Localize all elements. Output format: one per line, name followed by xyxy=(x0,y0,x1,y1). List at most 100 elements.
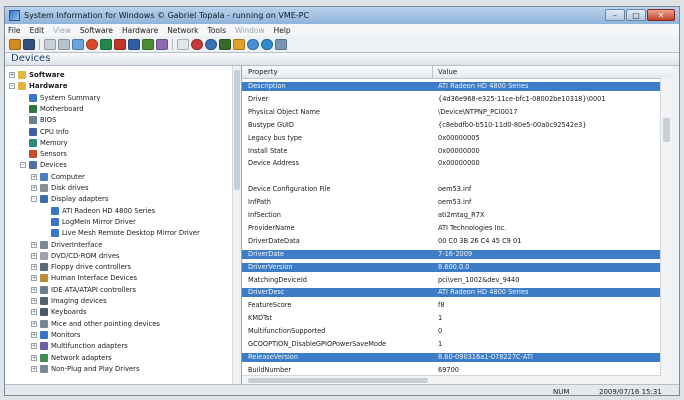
grid-row[interactable]: Bustype GUID {c8ebdfb0-b510-11d0-80e5-00a… xyxy=(242,121,660,130)
globe-icon[interactable] xyxy=(205,38,217,50)
grid-row[interactable]: Install State 0x00000000 xyxy=(242,147,660,156)
tree-item[interactable]: + Monitors xyxy=(31,330,80,340)
menu-file[interactable]: File xyxy=(8,26,21,35)
tree-item[interactable]: + Multifunction adapters xyxy=(31,341,128,351)
tree-item[interactable]: + DVD/CD-ROM drives xyxy=(31,251,120,261)
grid-row[interactable]: FeatureScore f8 xyxy=(242,301,660,310)
grid-scrollbar[interactable] xyxy=(660,78,672,384)
grid-row[interactable]: Device Address 0x00000000 xyxy=(242,159,660,168)
expand-toggle-icon[interactable]: + xyxy=(31,331,37,338)
grid-row[interactable]: InfPath oem53.inf xyxy=(242,198,660,207)
grid-row[interactable]: BuildNumber 69700 xyxy=(242,366,660,375)
grid-row[interactable]: ProviderName ATI Technologies Inc. xyxy=(242,224,660,233)
column-divider[interactable] xyxy=(432,66,433,78)
grid-row[interactable]: DriverDesc ATI Radeon HD 4800 Series xyxy=(242,288,660,298)
grid-row[interactable]: Description ATI Radeon HD 4800 Series xyxy=(242,82,660,91)
column-header-property[interactable]: Property xyxy=(248,68,278,76)
grid-row[interactable]: DriverDate 7-16-2009 xyxy=(242,249,660,259)
tree-item[interactable]: + Software xyxy=(9,70,65,80)
record-icon[interactable] xyxy=(191,38,203,50)
grid-row[interactable]: DriverDateData 00 C0 3B 26 C4 45 C9 01 xyxy=(242,237,660,246)
about-icon[interactable] xyxy=(275,38,287,50)
refresh-icon[interactable] xyxy=(100,38,112,50)
expand-toggle-icon[interactable]: + xyxy=(31,354,37,361)
report-icon[interactable] xyxy=(114,38,126,50)
menu-tools[interactable]: Tools xyxy=(208,26,226,35)
tree-item[interactable]: - Hardware xyxy=(9,81,67,91)
expand-toggle-icon[interactable]: + xyxy=(31,320,37,327)
navigation-tree[interactable]: + Software - Hardware System Summary Motherbo… xyxy=(5,66,242,384)
tree-item[interactable]: + Network adapters xyxy=(31,353,112,363)
menu-help[interactable]: Help xyxy=(274,26,291,35)
grid-row[interactable]: InfSection ati2mtag_R7X xyxy=(242,211,660,220)
close-button[interactable]: ✕ xyxy=(647,9,675,21)
expand-toggle-icon[interactable]: + xyxy=(31,286,37,293)
copy-icon[interactable] xyxy=(58,38,70,50)
info-icon[interactable] xyxy=(247,38,259,50)
tree-item[interactable]: Motherboard xyxy=(20,104,84,114)
grid-row[interactable]: GCOOPTION_DisableGPIOPowerSaveMode 1 xyxy=(242,340,660,349)
grid-row[interactable]: DriverVersion 8.600.0.0 xyxy=(242,262,660,272)
expand-toggle-icon[interactable]: + xyxy=(31,365,37,372)
grid-row[interactable]: ReleaseVersion 8.60-090316a1-078227C-ATI xyxy=(242,352,660,362)
grid-row[interactable]: MultifunctionSupported 0 xyxy=(242,327,660,336)
expand-toggle-icon[interactable]: + xyxy=(31,185,37,191)
tree-item[interactable]: + Imaging devices xyxy=(31,296,107,306)
grid-row[interactable]: Legacy bus type 0x00000005 xyxy=(242,134,660,143)
expand-toggle-icon[interactable]: + xyxy=(31,309,37,316)
menu-view[interactable]: View xyxy=(53,26,71,35)
minimize-button[interactable]: – xyxy=(605,9,625,21)
expand-toggle-icon[interactable]: + xyxy=(31,264,37,271)
tree-item[interactable]: Memory xyxy=(20,138,68,148)
tree-scrollbar[interactable] xyxy=(232,66,241,384)
expand-toggle-icon[interactable]: + xyxy=(31,275,37,282)
menu-edit[interactable]: Edit xyxy=(30,26,45,35)
tree-scrollbar-thumb[interactable] xyxy=(234,70,240,190)
expand-toggle-icon[interactable]: + xyxy=(31,173,37,180)
expand-toggle-icon[interactable]: + xyxy=(31,343,37,350)
open-icon[interactable] xyxy=(9,38,21,50)
grid-row[interactable]: KMDTst 1 xyxy=(242,314,660,323)
tree-item[interactable]: CPU Info xyxy=(20,127,69,137)
menu-window[interactable]: Window xyxy=(235,26,265,35)
document-icon[interactable] xyxy=(177,38,189,50)
tree-item[interactable]: + Computer xyxy=(31,172,85,182)
tree-item[interactable]: + Floppy drive controllers xyxy=(31,262,131,272)
tree-item[interactable]: Sensors xyxy=(20,149,67,159)
expand-toggle-icon[interactable]: + xyxy=(31,241,37,248)
grid-row[interactable]: Physical Object Name \Device\NTPNP_PCI001… xyxy=(242,108,660,117)
expand-toggle-icon[interactable]: - xyxy=(31,196,37,203)
tree-item[interactable]: System Summary xyxy=(20,93,100,103)
grid-scrollbar-thumb[interactable] xyxy=(663,118,670,142)
tree-item[interactable]: + DriverInterface xyxy=(31,240,102,250)
title-bar[interactable]: System Information for Windows © Gabriel… xyxy=(5,7,679,24)
user-icon[interactable] xyxy=(156,38,168,50)
tree-item[interactable]: - Devices xyxy=(20,160,67,170)
tree-item[interactable]: LogMeIn Mirror Driver xyxy=(42,217,136,227)
expand-toggle-icon[interactable]: - xyxy=(20,162,26,169)
tree-item[interactable]: + Disk drives xyxy=(31,183,89,193)
grid-row[interactable]: MatchingDeviceId pci\ven_1002&dev_9440 xyxy=(242,276,660,285)
grid-row[interactable]: Device Configuration File oem53.inf xyxy=(242,185,660,194)
menu-network[interactable]: Network xyxy=(167,26,198,35)
expand-toggle-icon[interactable]: + xyxy=(9,72,15,78)
column-header-value[interactable]: Value xyxy=(438,68,457,76)
tree-item[interactable]: Live Mesh Remote Desktop Mirror Driver xyxy=(42,228,200,238)
menu-software[interactable]: Software xyxy=(80,26,113,35)
tree-item[interactable]: + Keyboards xyxy=(31,307,87,317)
help-icon[interactable] xyxy=(261,38,273,50)
tree-item[interactable]: + Mice and other pointing devices xyxy=(31,319,160,329)
horizontal-scrollbar-thumb[interactable] xyxy=(248,378,428,383)
monitor-icon[interactable] xyxy=(128,38,140,50)
tools-icon[interactable] xyxy=(219,38,231,50)
stop-icon[interactable] xyxy=(86,38,98,50)
network-icon[interactable] xyxy=(142,38,154,50)
tree-item[interactable]: + Non-Plug and Play Drivers xyxy=(31,364,140,374)
expand-toggle-icon[interactable]: + xyxy=(31,252,37,259)
expand-toggle-icon[interactable]: - xyxy=(9,83,15,90)
grid-row[interactable]: Driver {4d36e968-e325-11ce-bfc1-08002be10… xyxy=(242,95,660,104)
menu-hardware[interactable]: Hardware xyxy=(122,26,158,35)
save-icon[interactable] xyxy=(23,38,35,50)
grid-row[interactable] xyxy=(242,172,660,181)
cut-icon[interactable] xyxy=(44,38,56,50)
